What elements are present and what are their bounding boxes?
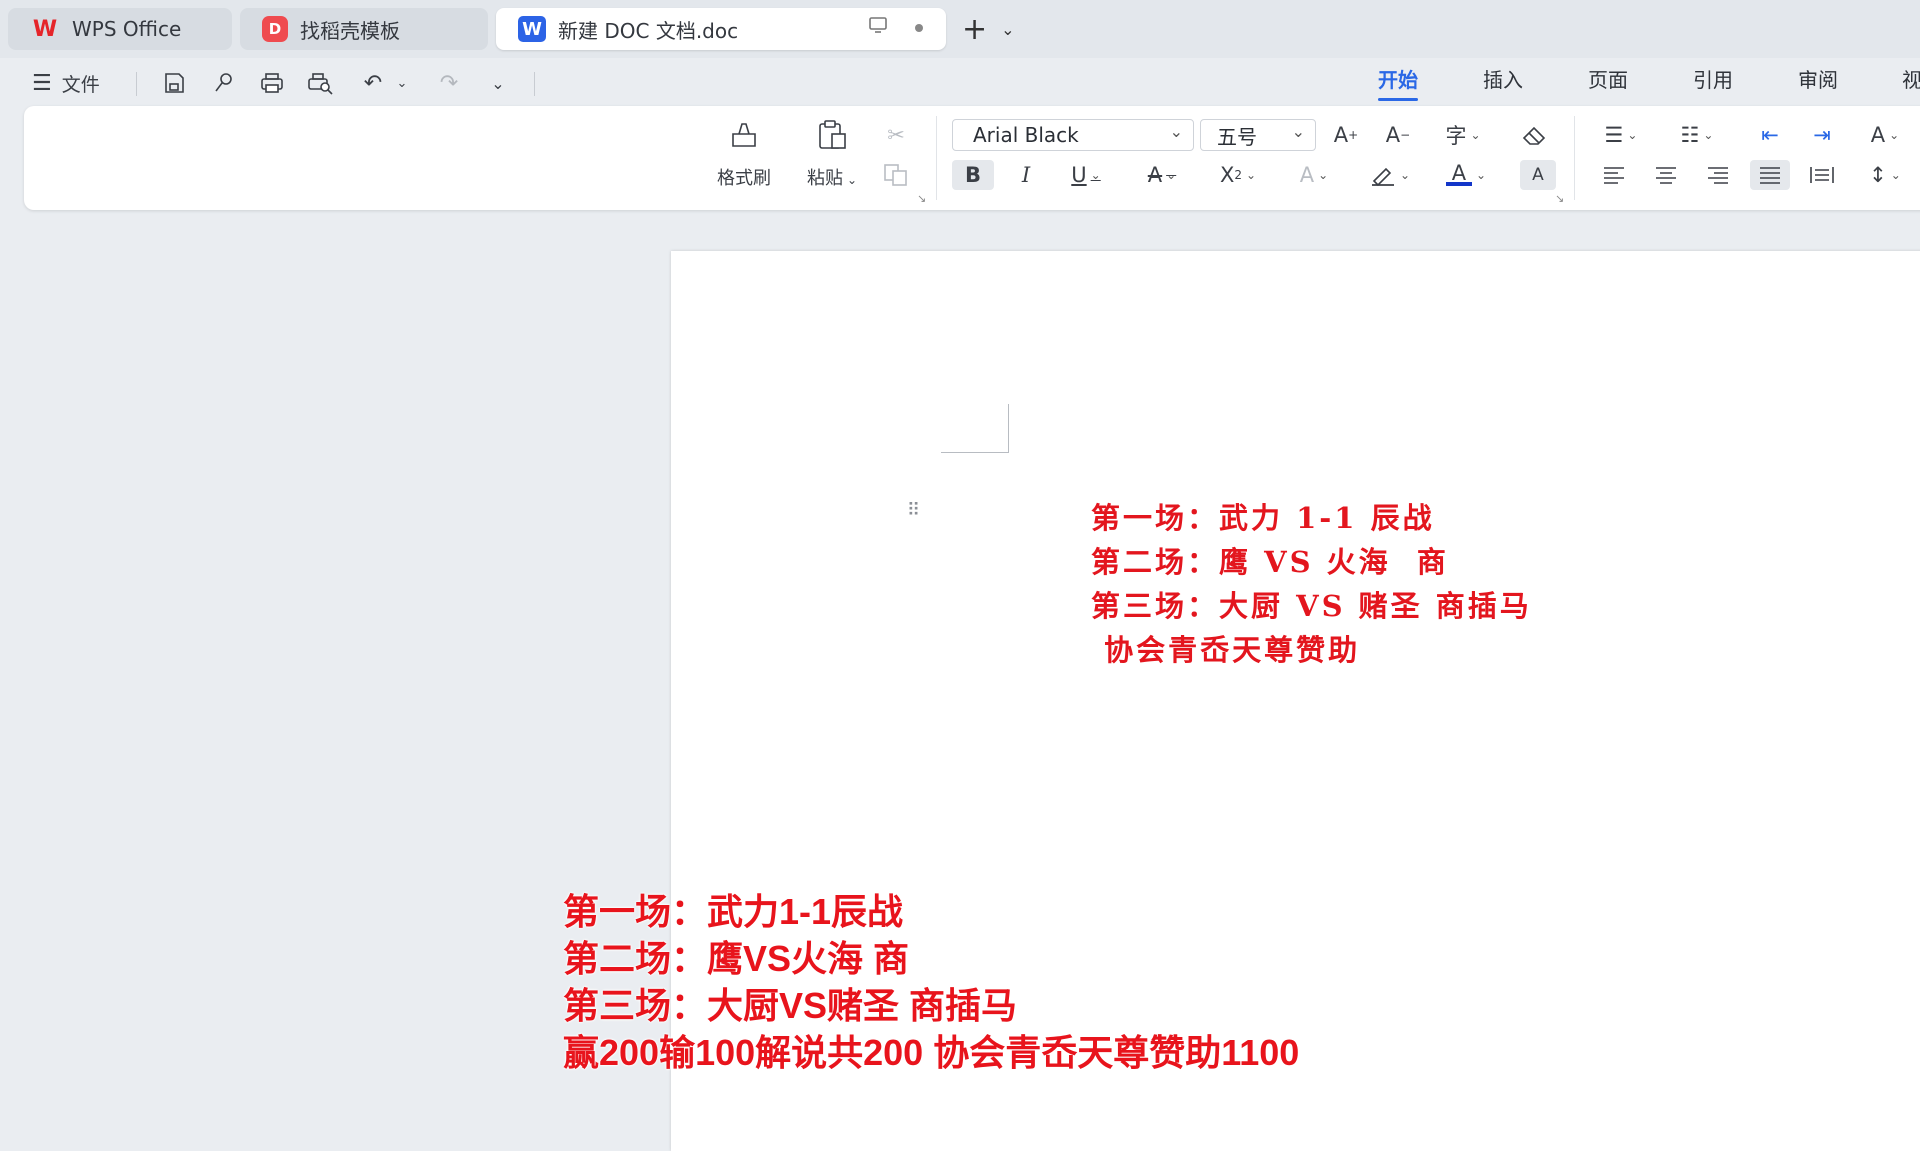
new-tab-plus-icon[interactable]: + [962, 12, 987, 47]
ribbon-toolbar: 格式刷 粘贴 ⌄ ✂ ↘ Arial Black ⌄ 五号 ⌄ A + A − 字 ⌄ … [24, 106, 1920, 210]
paste-label: 粘贴 [806, 168, 843, 189]
font-color-button[interactable]: A ⌄ [1440, 160, 1492, 190]
chevron-down-icon: ⌄ [1291, 122, 1305, 141]
paste-icon [815, 120, 849, 158]
tab-label: WPS Office [72, 17, 182, 41]
superscript-button[interactable]: X 2 ⌄ [1212, 160, 1264, 190]
wps-logo-icon: W [32, 16, 58, 42]
print-preview-icon[interactable] [304, 66, 336, 100]
line-spacing-icon[interactable]: ↕ ⌄ [1858, 160, 1912, 190]
paste-dropdown-icon[interactable]: ⌄ [847, 173, 857, 187]
export-pdf-icon[interactable] [208, 66, 240, 100]
menu-tab-references[interactable]: 引用 [1693, 64, 1733, 93]
document-line: 第二场：鹰 VS 火海 商 [1091, 545, 1449, 579]
drag-handle-icon[interactable]: ⠿ [907, 502, 921, 520]
font-size-value: 五号 [1217, 124, 1257, 149]
font-name-select[interactable]: Arial Black ⌄ [952, 119, 1194, 151]
strikethrough-button[interactable]: A ⌄ [1136, 160, 1188, 190]
clear-formatting-icon[interactable] [1514, 120, 1554, 150]
monitor-icon[interactable] [868, 16, 888, 39]
file-menu-label: 文件 [61, 73, 100, 96]
word-doc-icon: W [518, 16, 546, 42]
page-margin-corner-mark [941, 404, 1009, 453]
align-left-icon[interactable] [1594, 160, 1634, 190]
document-line: 第三场：大厨 VS 赌圣 商插马 [1091, 589, 1532, 623]
underline-button[interactable]: U ⌄ [1060, 160, 1112, 190]
subtitle-line: 第二场：鹰VS火海 商 [563, 938, 910, 979]
tab-wps-office[interactable]: W WPS Office [8, 8, 232, 50]
bullet-list-icon[interactable]: ☰ ⌄ [1594, 120, 1648, 150]
increase-font-size-icon[interactable]: A + [1326, 120, 1366, 150]
decrease-font-size-icon[interactable]: A − [1378, 120, 1418, 150]
font-dialog-launcher-icon[interactable]: ↘ [1555, 192, 1564, 205]
numbered-list-icon[interactable]: ☷ ⌄ [1670, 120, 1724, 150]
subtitle-line: 第三场：大厨VS赌圣 商插马 [563, 985, 1018, 1026]
subtitle-line: 第一场：武力1-1辰战 [563, 891, 904, 932]
unsaved-dot-icon[interactable] [914, 17, 924, 38]
tab-docer-templates[interactable]: D 找稻壳模板 [240, 8, 488, 50]
format-painter-icon [727, 120, 761, 158]
document-body-text[interactable]: 第一场：武力 1-1 辰战 第二场：鹰 VS 火海 商 第三场：大厨 VS 赌圣… [1091, 496, 1532, 672]
highlight-color-button[interactable]: ⌄ [1364, 160, 1416, 190]
character-shading-button[interactable]: A [1520, 160, 1556, 190]
menu-tab-view[interactable]: 视 [1902, 64, 1920, 93]
clipboard-dialog-launcher-icon[interactable]: ↘ [917, 192, 926, 205]
cut-icon[interactable]: ✂ [876, 120, 916, 150]
phonetic-guide-icon[interactable]: 字 ⌄ [1436, 120, 1490, 150]
text-direction-icon[interactable]: A ⌄ [1858, 120, 1912, 150]
tab-new-doc[interactable]: W 新建 DOC 文档.doc [496, 8, 946, 50]
docer-logo-icon: D [262, 16, 288, 42]
menu-tab-home[interactable]: 开始 [1378, 64, 1418, 101]
align-center-icon[interactable] [1646, 160, 1686, 190]
save-icon[interactable] [158, 66, 190, 100]
italic-button[interactable]: I [1006, 160, 1046, 190]
hamburger-menu-icon: ☰ [32, 70, 52, 96]
tab-label: 新建 DOC 文档.doc [558, 18, 739, 43]
format-painter-label: 格式刷 [717, 168, 771, 189]
customize-quick-access-icon[interactable]: ⌄ [484, 66, 512, 100]
subtitle-line: 赢200输100解说共200 协会青岙天尊赞助1100 [563, 1032, 1300, 1073]
justify-icon[interactable] [1750, 160, 1790, 190]
chevron-down-icon: ⌄ [1169, 122, 1183, 141]
chevron-down-icon[interactable]: ⌄ [1001, 20, 1014, 39]
menu-tab-review[interactable]: 审阅 [1798, 64, 1838, 93]
file-menu-button[interactable]: ☰ 文件 [32, 66, 100, 100]
print-icon[interactable] [256, 66, 288, 100]
text-effect-button[interactable]: A ⌄ [1288, 160, 1340, 190]
tab-label: 找稻壳模板 [300, 18, 400, 43]
bold-button[interactable]: B [952, 160, 994, 190]
undo-dropdown-icon[interactable]: ⌄ [392, 66, 412, 100]
undo-icon[interactable]: ↶ [356, 66, 390, 100]
menu-tab-insert[interactable]: 插入 [1483, 64, 1523, 93]
font-name-value: Arial Black [973, 123, 1079, 147]
quick-access-bar: ☰ 文件 ↶ ⌄ ↷ ⌄ [0, 58, 1920, 108]
redo-icon[interactable]: ↷ [432, 66, 466, 100]
tab-bar: W WPS Office D 找稻壳模板 W 新建 DOC 文档.doc + ⌄ [0, 0, 1920, 58]
decrease-indent-icon[interactable]: ⇤ [1750, 120, 1790, 150]
distributed-align-icon[interactable] [1802, 160, 1842, 190]
increase-indent-icon[interactable]: ⇥ [1802, 120, 1842, 150]
paste-button[interactable]: 粘贴 ⌄ [792, 120, 872, 190]
document-line: 第一场：武力 1-1 辰战 [1091, 501, 1435, 535]
video-subtitle-overlay: 第一场：武力1-1辰战 第二场：鹰VS火海 商 第三场：大厨VS赌圣 商插马 赢… [563, 888, 1299, 1076]
copy-icon[interactable] [876, 160, 916, 190]
menu-tab-page[interactable]: 页面 [1588, 64, 1628, 93]
font-size-select[interactable]: 五号 ⌄ [1200, 119, 1316, 151]
document-line: 协会青岙天尊赞助 [1091, 633, 1361, 667]
format-painter-button[interactable]: 格式刷 [704, 120, 784, 190]
align-right-icon[interactable] [1698, 160, 1738, 190]
